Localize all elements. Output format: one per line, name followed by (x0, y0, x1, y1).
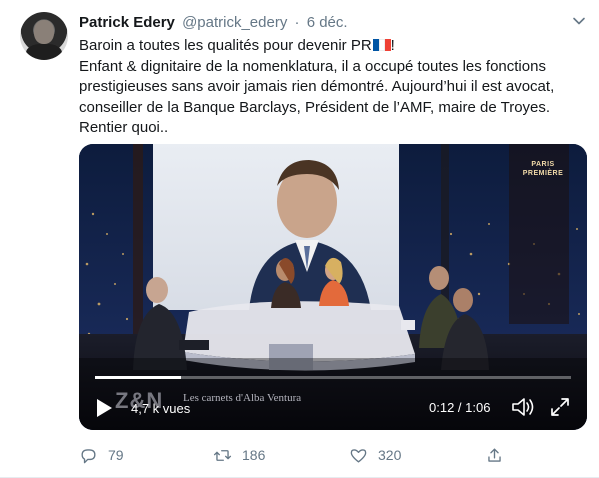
share-icon (488, 447, 501, 462)
tweet-line1-suffix: ! (390, 37, 395, 54)
video-progress-bar[interactable] (95, 376, 571, 379)
channel-logo: PARIS PREMIÈRE (521, 160, 565, 180)
flag-france-icon (372, 37, 391, 51)
share-action[interactable] (485, 444, 514, 466)
video-player[interactable]: PARIS PREMIÈRE Z&N Les carnets d'Alba Ve… (79, 144, 587, 430)
tweet-text: Baroin a toutes les qualités pour deveni… (79, 36, 591, 139)
tweet-body: Enfant & dignitaire de la nomenklatura, … (79, 57, 555, 137)
reply-count: 79 (108, 447, 124, 463)
fullscreen-icon[interactable] (549, 396, 571, 418)
retweet-count: 186 (242, 447, 266, 463)
video-time: 0:12 / 1:06 (429, 400, 491, 415)
channel-logo-line1: PARIS (531, 161, 555, 168)
caret-down-icon[interactable] (572, 14, 586, 28)
play-icon[interactable] (95, 398, 113, 418)
retweet-icon (213, 449, 232, 461)
separator: · (294, 14, 300, 31)
view-count: 4,7 k vues (131, 401, 191, 416)
tweet-card[interactable]: Patrick Edery @patrick_edery · 6 déc. Ba… (0, 0, 599, 478)
show-caption: Les carnets d'Alba Ventura (183, 392, 302, 404)
like-action[interactable]: 320 (349, 444, 401, 466)
volume-icon[interactable] (511, 396, 537, 418)
author-handle[interactable]: @patrick_edery (182, 14, 287, 31)
tweet-actions: 79 186 320 (79, 444, 509, 468)
tweet-date[interactable]: 6 déc. (307, 14, 348, 31)
like-count: 320 (378, 447, 402, 463)
reply-action[interactable]: 79 (79, 444, 124, 466)
tweet-line1: Baroin a toutes les qualités pour deveni… (79, 37, 372, 54)
retweet-action[interactable]: 186 (213, 444, 265, 466)
author-name[interactable]: Patrick Edery (79, 14, 175, 31)
reply-icon (81, 448, 96, 463)
like-icon (350, 448, 367, 463)
video-progress-fill (95, 376, 181, 379)
avatar[interactable] (20, 12, 68, 60)
channel-logo-line2: PREMIÈRE (522, 170, 564, 177)
tweet-header: Patrick Edery @patrick_edery · 6 déc. (79, 14, 348, 31)
